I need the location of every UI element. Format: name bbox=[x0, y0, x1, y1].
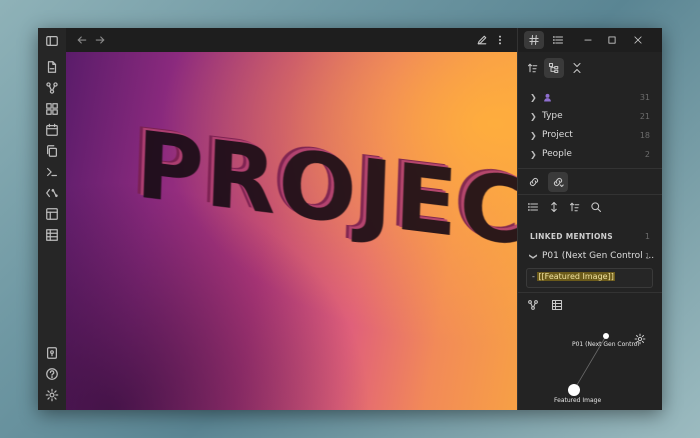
settings-icon[interactable] bbox=[43, 386, 61, 404]
backlink-file-count: 1 bbox=[644, 252, 650, 261]
graph-view-icon[interactable] bbox=[43, 79, 61, 97]
local-graph-icon[interactable] bbox=[524, 296, 542, 314]
divider bbox=[518, 194, 662, 195]
calendar-icon[interactable] bbox=[43, 121, 61, 139]
featured-image: PROJECTS bbox=[66, 52, 517, 410]
graph-node[interactable] bbox=[568, 384, 580, 396]
chevron-right-icon[interactable]: ❯ bbox=[530, 150, 537, 159]
editor-titlebar bbox=[66, 28, 517, 52]
tag-label[interactable]: People bbox=[542, 149, 572, 159]
graph-settings-icon[interactable] bbox=[632, 331, 648, 347]
nested-tags-icon[interactable] bbox=[544, 58, 564, 78]
app-window: PROJECTS ❯ 31 ❯ Type 21 ❯ Project 18 ❯ P… bbox=[38, 28, 662, 410]
copy-icon[interactable] bbox=[43, 142, 61, 160]
divider bbox=[518, 168, 662, 169]
hero-word: PROJECTS bbox=[134, 112, 517, 283]
tag-count: 31 bbox=[639, 93, 650, 102]
table-icon[interactable] bbox=[43, 226, 61, 244]
chevron-right-icon[interactable]: ❯ bbox=[530, 93, 537, 102]
tag-label[interactable]: Type bbox=[542, 111, 563, 121]
sort-icon[interactable] bbox=[566, 198, 584, 216]
new-note-icon[interactable] bbox=[43, 58, 61, 76]
maximize-window-icon[interactable] bbox=[605, 33, 619, 47]
mention-text: - [[Featured Image]] bbox=[532, 272, 615, 281]
expand-vertical-icon[interactable] bbox=[545, 198, 563, 216]
right-sidebar-tabs bbox=[518, 28, 662, 52]
right-sidebar: ❯ 31 ❯ Type 21 ❯ Project 18 ❯ People 2 L… bbox=[517, 28, 662, 410]
close-window-icon[interactable] bbox=[631, 33, 645, 47]
vault-icon[interactable] bbox=[43, 344, 61, 362]
tag-count: 2 bbox=[644, 150, 650, 159]
backlinks-icon[interactable] bbox=[524, 172, 544, 192]
template-icon[interactable] bbox=[43, 184, 61, 202]
list-view-icon[interactable] bbox=[524, 198, 542, 216]
layout-icon[interactable] bbox=[43, 205, 61, 223]
outline-list-icon[interactable] bbox=[548, 31, 568, 49]
table-view-icon[interactable] bbox=[548, 296, 566, 314]
divider bbox=[518, 292, 662, 293]
canvas-icon[interactable] bbox=[43, 100, 61, 118]
person-icon bbox=[542, 92, 552, 102]
command-icon[interactable] bbox=[43, 163, 61, 181]
collapse-all-icon[interactable] bbox=[568, 59, 586, 77]
linked-mentions-count: 1 bbox=[644, 232, 650, 241]
chevron-down-icon[interactable]: ❯ bbox=[529, 253, 538, 260]
linked-mentions-header[interactable]: LINKED MENTIONS bbox=[530, 232, 613, 241]
search-icon[interactable] bbox=[587, 198, 605, 216]
graph-node-label: P01 (Next Gen Control bbox=[572, 341, 640, 348]
tag-count: 21 bbox=[639, 112, 650, 121]
tag-pane-hash-icon[interactable] bbox=[524, 31, 544, 49]
forward-arrow-icon[interactable] bbox=[92, 32, 108, 48]
left-ribbon bbox=[38, 28, 67, 410]
chevron-right-icon[interactable]: ❯ bbox=[530, 131, 537, 140]
help-icon[interactable] bbox=[43, 365, 61, 383]
sort-order-icon[interactable] bbox=[524, 59, 542, 77]
backlink-mention[interactable]: - [[Featured Image]] bbox=[526, 268, 653, 288]
tag-count: 18 bbox=[639, 131, 650, 140]
outgoing-links-icon[interactable] bbox=[548, 172, 568, 192]
chevron-right-icon[interactable]: ❯ bbox=[530, 112, 537, 121]
edit-pencil-icon[interactable] bbox=[474, 32, 490, 48]
tag-label[interactable]: Project bbox=[542, 130, 573, 140]
graph-node-label: Featured Image bbox=[554, 397, 602, 404]
minimize-window-icon[interactable] bbox=[581, 33, 595, 47]
more-options-icon[interactable] bbox=[492, 32, 508, 48]
graph-node[interactable] bbox=[603, 333, 609, 339]
back-arrow-icon[interactable] bbox=[74, 32, 90, 48]
mention-link[interactable]: [[Featured Image]] bbox=[537, 272, 615, 281]
sidebar-toggle-icon[interactable] bbox=[43, 32, 61, 50]
